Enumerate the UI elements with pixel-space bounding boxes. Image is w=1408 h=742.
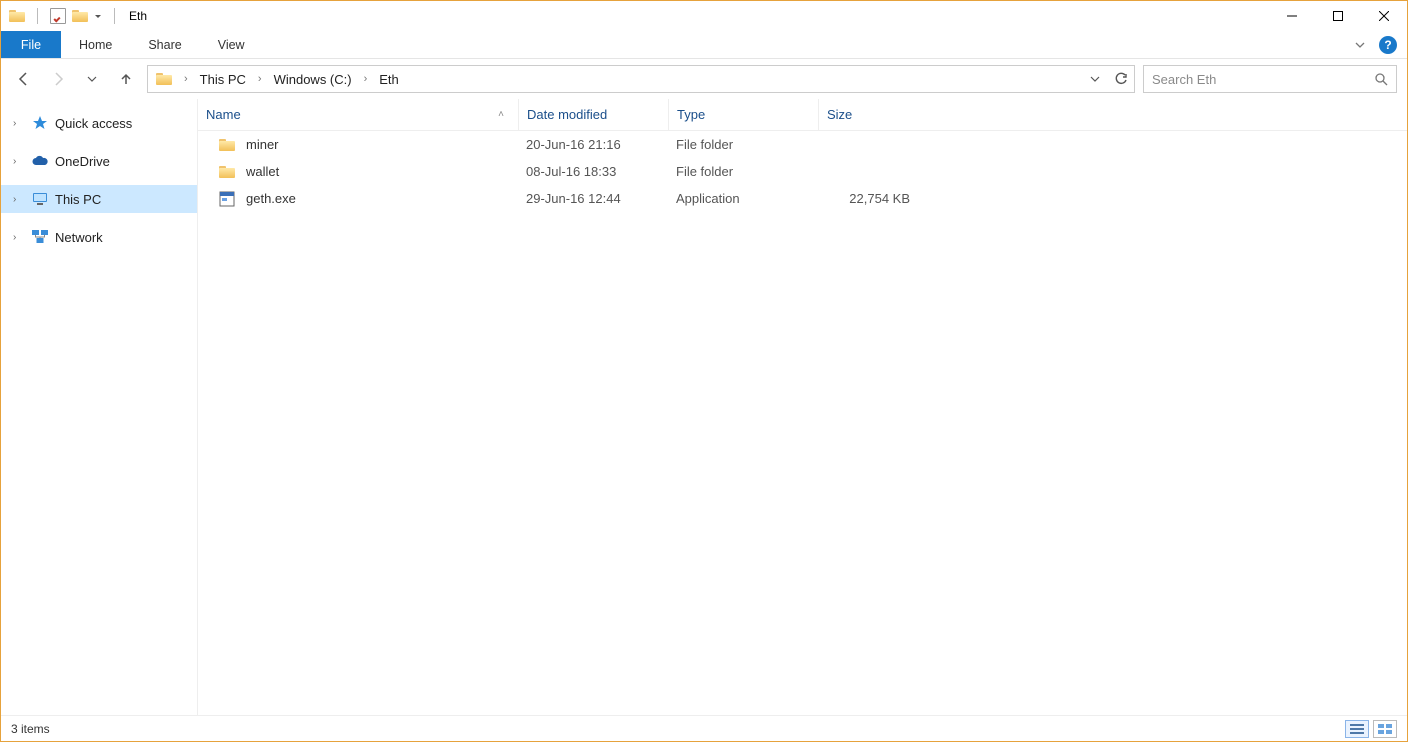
chevron-right-icon[interactable]: ›	[180, 73, 192, 85]
file-row[interactable]: wallet 08-Jul-16 18:33File folder	[198, 158, 1407, 185]
titlebar: Eth	[1, 1, 1407, 31]
header-size[interactable]: Size	[818, 99, 918, 130]
view-details-button[interactable]	[1345, 720, 1369, 738]
folder-icon	[219, 139, 235, 151]
sidebar-item-label: Network	[55, 230, 103, 245]
file-name: miner	[246, 137, 279, 152]
up-button[interactable]	[113, 66, 139, 92]
file-type: File folder	[668, 137, 818, 152]
file-type: File folder	[668, 164, 818, 179]
header-type[interactable]: Type	[668, 99, 818, 130]
breadcrumb-current[interactable]: Eth	[371, 66, 407, 92]
file-row[interactable]: miner 20-Jun-16 21:16File folder	[198, 131, 1407, 158]
chevron-right-icon[interactable]: ›	[13, 232, 25, 243]
main-area: › Quick access › OneDrive › This PC	[1, 99, 1407, 715]
explorer-window: Eth File Home Share View ?	[0, 0, 1408, 742]
cloud-icon	[31, 153, 49, 169]
breadcrumb-this-pc[interactable]: This PC	[192, 66, 254, 92]
sidebar-item-quick-access[interactable]: › Quick access	[1, 109, 197, 137]
address-bar[interactable]: › This PC › Windows (C:) › Eth	[147, 65, 1135, 93]
application-icon	[218, 191, 236, 207]
sidebar-item-network[interactable]: › Network	[1, 223, 197, 251]
folder-icon	[219, 166, 235, 178]
folder-icon	[156, 73, 172, 85]
nav-row: › This PC › Windows (C:) › Eth	[1, 59, 1407, 99]
properties-icon[interactable]	[50, 8, 66, 24]
search-input[interactable]	[1152, 72, 1374, 87]
content-pane: Name ˄ Date modified Type Size miner 20-J…	[198, 99, 1407, 715]
back-button[interactable]	[11, 66, 37, 92]
quick-access-toolbar	[1, 8, 121, 24]
tab-share[interactable]: Share	[130, 31, 199, 58]
network-icon	[31, 229, 49, 245]
maximize-button[interactable]	[1315, 1, 1361, 31]
address-dropdown-icon[interactable]	[1082, 66, 1108, 92]
address-root-icon[interactable]	[148, 66, 180, 92]
file-date: 08-Jul-16 18:33	[518, 164, 668, 179]
folder-icon	[9, 10, 25, 22]
file-name: geth.exe	[246, 191, 296, 206]
file-date: 29-Jun-16 12:44	[518, 191, 668, 206]
sidebar-item-label: This PC	[55, 192, 101, 207]
chevron-right-icon[interactable]: ›	[13, 156, 25, 167]
tab-file[interactable]: File	[1, 31, 61, 58]
chevron-right-icon[interactable]: ›	[13, 118, 25, 129]
pc-icon	[31, 191, 49, 207]
file-row[interactable]: geth.exe 29-Jun-16 12:44Application22,754…	[198, 185, 1407, 212]
sidebar-item-onedrive[interactable]: › OneDrive	[1, 147, 197, 175]
header-name[interactable]: Name ˄	[198, 99, 518, 130]
status-text: 3 items	[11, 722, 50, 736]
view-large-icons-button[interactable]	[1373, 720, 1397, 738]
header-date-modified[interactable]: Date modified	[518, 99, 668, 130]
ribbon: File Home Share View ?	[1, 31, 1407, 59]
sort-indicator-icon: ˄	[498, 109, 504, 120]
file-date: 20-Jun-16 21:16	[518, 137, 668, 152]
folder-icon[interactable]	[72, 10, 88, 22]
column-headers: Name ˄ Date modified Type Size	[198, 99, 1407, 131]
tab-home[interactable]: Home	[61, 31, 130, 58]
tab-view[interactable]: View	[200, 31, 263, 58]
separator	[37, 8, 38, 24]
header-label: Name	[206, 107, 241, 122]
recent-locations-dropdown[interactable]	[79, 66, 105, 92]
chevron-right-icon[interactable]: ›	[254, 73, 266, 85]
file-size: 22,754 KB	[818, 191, 918, 206]
navigation-pane: › Quick access › OneDrive › This PC	[1, 99, 198, 715]
file-name: wallet	[246, 164, 279, 179]
minimize-button[interactable]	[1269, 1, 1315, 31]
breadcrumb-drive[interactable]: Windows (C:)	[266, 66, 360, 92]
status-bar: 3 items	[1, 715, 1407, 741]
window-title: Eth	[129, 9, 147, 23]
star-icon	[31, 115, 49, 131]
search-box[interactable]	[1143, 65, 1397, 93]
sidebar-item-this-pc[interactable]: › This PC	[1, 185, 197, 213]
qat-dropdown-icon[interactable]	[94, 12, 102, 20]
close-button[interactable]	[1361, 1, 1407, 31]
file-list[interactable]: miner 20-Jun-16 21:16File folder wallet 08-…	[198, 131, 1407, 715]
search-icon	[1374, 72, 1388, 86]
chevron-right-icon[interactable]: ›	[360, 73, 372, 85]
file-type: Application	[668, 191, 818, 206]
help-icon[interactable]: ?	[1379, 36, 1397, 54]
forward-button[interactable]	[45, 66, 71, 92]
sidebar-item-label: OneDrive	[55, 154, 110, 169]
chevron-right-icon[interactable]: ›	[13, 194, 25, 205]
refresh-button[interactable]	[1108, 66, 1134, 92]
ribbon-expand-icon[interactable]	[1351, 36, 1369, 54]
sidebar-item-label: Quick access	[55, 116, 132, 131]
separator	[114, 8, 115, 24]
